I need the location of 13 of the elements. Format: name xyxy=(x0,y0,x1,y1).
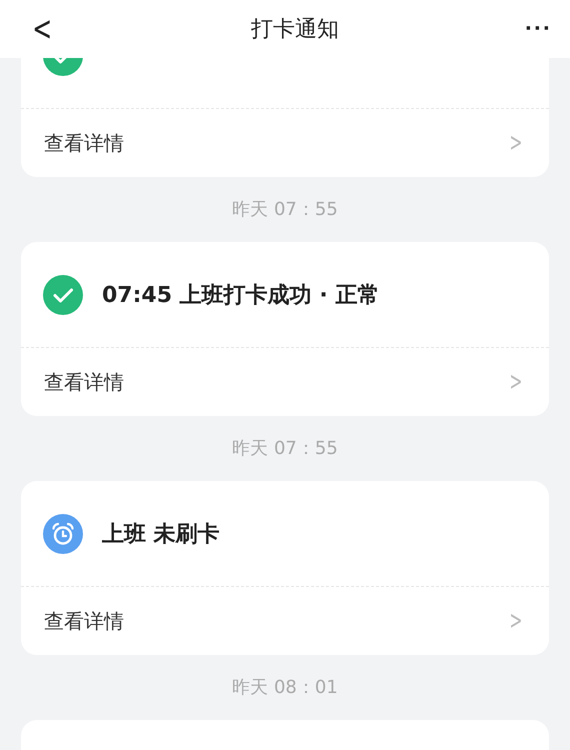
chevron-icon: > xyxy=(510,606,523,636)
alarm-clock-icon xyxy=(43,514,83,554)
more-button[interactable]: ··· xyxy=(525,15,552,43)
card-title: 07:45 上班打卡成功 · 正常 xyxy=(102,282,380,310)
back-button[interactable]: < xyxy=(26,12,58,46)
card-title: 上班 未刷卡 xyxy=(102,520,220,548)
timestamp: 昨天 07：55 xyxy=(232,198,338,222)
chevron-icon: > xyxy=(510,367,523,397)
chevron-icon: > xyxy=(510,128,523,158)
check-icon xyxy=(43,274,83,314)
page-title: 打卡通知 xyxy=(250,16,339,44)
timestamp: 昨天 07：55 xyxy=(232,437,338,461)
timestamp: 昨天 08：01 xyxy=(232,676,338,700)
